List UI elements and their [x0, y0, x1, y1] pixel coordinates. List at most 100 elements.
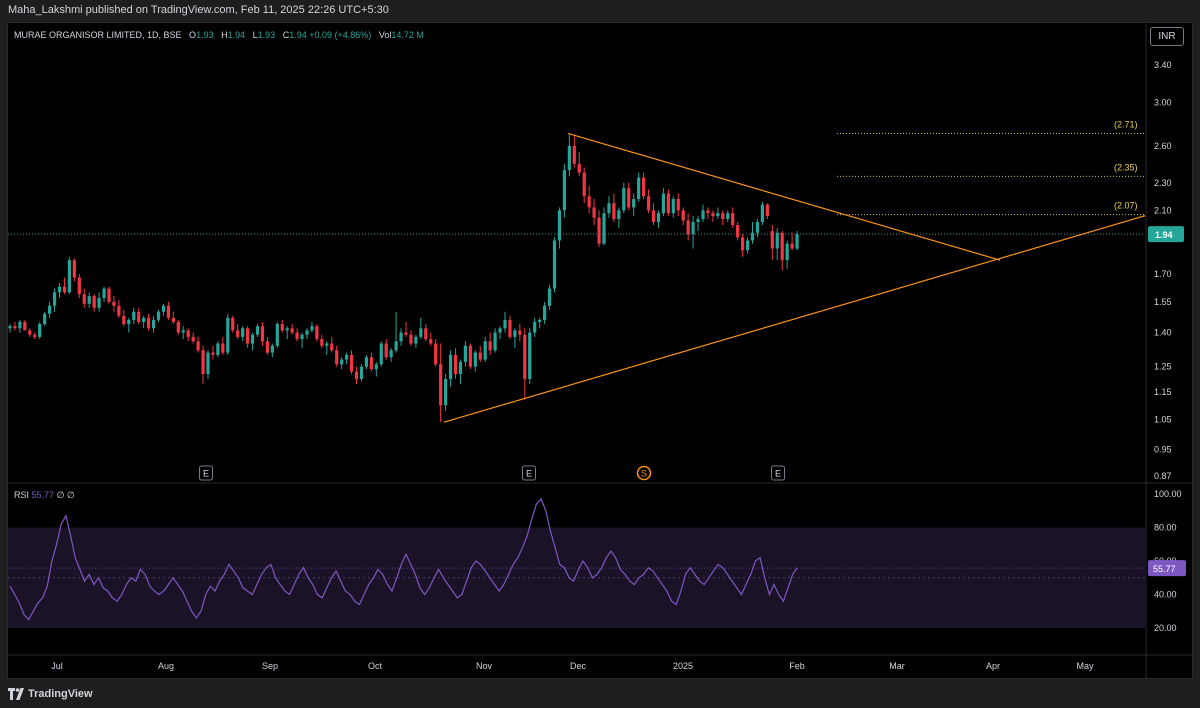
change-value: +0.09 (+4.86%): [309, 30, 372, 40]
candle: [23, 319, 27, 331]
candle-body: [33, 334, 37, 337]
candle: [270, 343, 274, 358]
candle-body: [171, 317, 175, 322]
candle: [379, 341, 383, 367]
candle-body: [463, 345, 467, 362]
last-price-label: 1.94: [1155, 230, 1173, 240]
brand-name: TradingView: [28, 688, 93, 700]
fib-level-label: (2.35): [1114, 162, 1138, 172]
candle-body: [43, 313, 47, 325]
split-event-icon[interactable]: S: [636, 465, 652, 481]
chart-canvas[interactable]: (2.71) (2.35) (2.07) 3.40 3.00 2.60 2.30 2.10 1…: [0, 0, 1200, 708]
candle: [691, 216, 695, 249]
candle-body: [191, 336, 195, 342]
candle: [345, 352, 349, 365]
candle: [290, 324, 294, 335]
earnings-event-icon[interactable]: E: [522, 465, 536, 481]
earnings-event-letter: E: [526, 469, 532, 479]
candle: [587, 185, 591, 214]
candle: [142, 315, 146, 329]
candle: [236, 324, 240, 340]
candle-body: [122, 315, 126, 325]
candle-body: [770, 231, 774, 249]
time-tick-label: Oct: [368, 661, 383, 671]
candle: [463, 341, 467, 367]
rsi-tick-label: 80.00: [1154, 523, 1177, 533]
candle: [137, 307, 141, 325]
candle-body: [166, 305, 170, 318]
candle-body: [453, 354, 458, 375]
candle: [186, 328, 190, 342]
price-tick-label: 3.40: [1154, 60, 1172, 70]
candle-body: [577, 163, 581, 173]
candle: [176, 319, 180, 335]
price-tick-label: 2.30: [1154, 178, 1172, 188]
symbol-title[interactable]: MURAE ORGANISOR LIMITED, 1D, BSE: [14, 30, 182, 40]
candle: [265, 336, 269, 355]
candle: [731, 207, 735, 229]
candle: [572, 134, 576, 168]
candle-body: [260, 326, 265, 342]
candle-body: [795, 234, 799, 249]
candle-body: [745, 240, 750, 251]
candle-body: [582, 172, 586, 197]
candle: [711, 210, 715, 223]
time-tick-label: Jul: [51, 661, 63, 671]
candle: [429, 332, 433, 346]
currency-button[interactable]: INR: [1150, 27, 1184, 46]
candle-body: [255, 326, 260, 335]
candle: [315, 324, 319, 342]
candle-body: [765, 204, 769, 217]
candle: [453, 348, 458, 380]
price-tick-label: 2.10: [1154, 205, 1172, 215]
candle: [642, 172, 646, 200]
candle-body: [275, 324, 279, 346]
candle: [246, 326, 250, 349]
candle-body: [13, 326, 17, 329]
symbol-legend[interactable]: MURAE ORGANISOR LIMITED, 1D, BSE O1.93 H…: [14, 30, 424, 40]
candle-body: [627, 188, 631, 208]
candle: [354, 366, 359, 385]
candle-body: [508, 319, 512, 337]
rsi-label: RSI: [14, 490, 30, 500]
candle-body: [661, 193, 665, 214]
candle: [750, 222, 755, 244]
candle-body: [607, 203, 611, 214]
candle-body: [82, 294, 86, 304]
candle-body: [181, 330, 185, 333]
candle-body: [473, 352, 477, 367]
candle-body: [280, 324, 284, 331]
candle-body: [97, 297, 101, 308]
candle-body: [369, 357, 373, 370]
high-value: 1.94: [227, 30, 246, 40]
candle: [770, 225, 774, 261]
candle: [305, 328, 309, 340]
candle: [637, 172, 641, 202]
candle: [171, 311, 175, 325]
earnings-event-icon[interactable]: E: [199, 465, 213, 481]
candle: [795, 231, 799, 251]
candle-body: [18, 321, 22, 329]
rsi-legend[interactable]: RSI 55.77 ∅ ∅: [14, 490, 75, 501]
candle: [250, 332, 255, 351]
candle: [696, 216, 700, 232]
candle-body: [151, 319, 156, 329]
earnings-event-icon[interactable]: E: [771, 465, 785, 481]
candle: [394, 311, 398, 353]
candle: [280, 319, 284, 333]
candle: [478, 345, 482, 362]
candle: [508, 315, 512, 340]
candle-body: [651, 210, 656, 223]
tradingview-brand[interactable]: TradingView: [8, 688, 93, 700]
footer-bar: [0, 680, 1200, 708]
candle-body: [567, 145, 571, 171]
price-tick-label: 1.70: [1154, 269, 1172, 279]
candle-body: [92, 296, 96, 308]
candle: [28, 328, 32, 337]
volume-value: 14.72 M: [391, 30, 424, 40]
candle: [646, 189, 651, 214]
candle-body: [493, 332, 497, 351]
candle: [102, 286, 106, 302]
candle-body: [399, 332, 403, 342]
candle: [122, 309, 126, 327]
